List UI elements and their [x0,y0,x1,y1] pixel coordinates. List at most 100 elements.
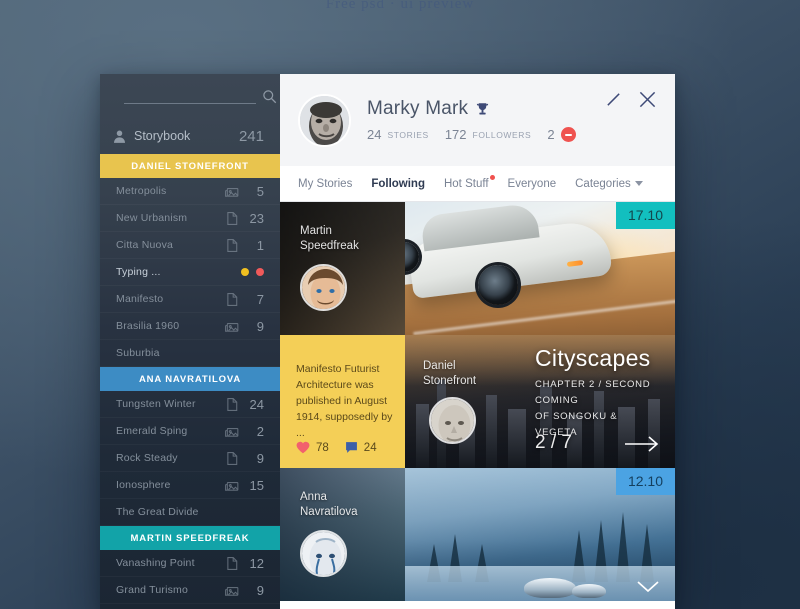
chevron-down-icon [634,180,643,186]
feed-card-manifesto[interactable]: Manifesto Futurist Architecture was publ… [280,335,675,468]
sidebar-item[interactable]: The Great Divide [100,499,280,526]
document-icon [227,451,238,465]
sidebar-item[interactable]: Rock Steady 9 [100,445,280,472]
feed-card-winter[interactable]: Anna Navratilova 12.10 [280,468,675,601]
profile-header: Marky Mark 24 STORIES 172 FOLLOWERS 2 [280,74,675,166]
image-icon [225,187,239,197]
sidebar-item-label: Emerald Sping [116,425,188,437]
sidebar-item[interactable]: Vanashing Point 12 [100,550,280,577]
search-input[interactable] [124,88,256,104]
sidebar-item[interactable]: Ionosphere 15 [100,472,280,499]
card-author-name: Martin Speedfreak [300,224,359,254]
card-author-avatar[interactable] [300,530,347,577]
card-author-avatar[interactable] [429,397,476,444]
sidebar-item[interactable]: Brasilia 1960 9 [100,313,280,340]
search-icon[interactable] [262,89,277,104]
sidebar-item[interactable]: Manifesto 7 [100,286,280,313]
comment-icon [345,442,357,453]
author-line-1: Daniel [423,360,456,372]
storybook-label: Storybook [134,129,191,143]
sidebar-item[interactable]: Emerald Sping 2 [100,418,280,445]
followers-label: FOLLOWERS [472,129,532,140]
car-wheel-front [477,264,518,305]
card-excerpt-panel: Manifesto Futurist Architecture was publ… [280,335,405,468]
search-area [124,88,277,104]
sidebar-group-header[interactable]: ANA NAVRATILOVA [100,367,280,391]
followers-count: 172 [444,127,467,142]
profile-name: Marky Mark [367,98,469,119]
chevron-down-icon[interactable] [637,581,659,593]
main-panel: Marky Mark 24 STORIES 172 FOLLOWERS 2 My… [280,74,675,609]
sidebar-item[interactable]: Typing ... [100,259,280,286]
tab-hot-stuff[interactable]: Hot Stuff [444,174,495,190]
sidebar-item-count: 15 [249,477,264,493]
tab-everyone[interactable]: Everyone [508,178,557,190]
like-stat[interactable]: 78 [296,441,329,454]
author-line-2: Speedfreak [300,240,359,252]
tab-categories[interactable]: Categories [575,178,643,190]
card-author-avatar[interactable] [300,264,347,311]
document-icon [227,556,238,570]
tab-bar: My Stories Following Hot Stuff Everyone Cate… [280,166,675,202]
author-line-1: Martin [300,225,332,237]
author-line-2: Stonefront [423,375,477,387]
card-excerpt-text: Manifesto Futurist Architecture was publ… [296,363,393,439]
card-cityscapes-panel: Daniel Stonefront Cityscapes CHAPTER 2 /… [405,335,675,468]
image-icon [225,427,239,437]
building [486,394,497,468]
card-author-panel: Anna Navratilova [280,468,405,601]
sidebar-item-count: 2 [256,423,264,439]
sidebar-item-label: Vanashing Point [116,557,195,569]
app-window: Storybook 241 DANIEL STONEFRONT Metropoli… [100,74,675,609]
card-date-badge: 17.10 [615,202,675,229]
sidebar-item-label: Metropolis [116,185,167,197]
image-icon [225,481,239,491]
trophy-icon [477,102,489,114]
card-author-name: Daniel Stonefront [423,359,476,389]
storybook-count: 241 [238,127,264,145]
card-date-badge: 12.10 [615,468,675,495]
sidebar-item-count: 24 [249,396,264,412]
sidebar-item[interactable]: Tungsten Winter 24 [100,391,280,418]
sidebar-item[interactable]: Metropolis 5 [100,178,280,205]
notification-badge-icon[interactable] [560,127,576,142]
notifications-count: 2 [547,127,555,142]
next-arrow-icon[interactable] [625,436,659,452]
card-author-panel: Martin Speedfreak [280,202,405,335]
sidebar-item[interactable]: Grand Turismo 9 [100,577,280,604]
sidebar-item-label: Ionosphere [116,479,171,491]
building [415,404,429,468]
sidebar-item-label: The Great Divide [116,506,199,518]
avatar-image [300,95,349,145]
subtitle-line-1: CHAPTER 2 / SECOND COMING [535,379,651,406]
building [507,409,526,468]
sidebar-item-label: Rock Steady [116,452,178,464]
sidebar-item[interactable]: New Urbanism 23 [100,205,280,232]
sidebar-groups: DANIEL STONEFRONT Metropolis 5 New Urbanism… [100,154,280,604]
sidebar-item-label: Typing ... [116,266,161,278]
sidebar-item-count: 9 [256,582,264,598]
sidebar-item-storybook[interactable]: Storybook 241 [100,118,280,154]
sidebar-group-header[interactable]: MARTIN SPEEDFREAK [100,526,280,550]
sidebar-item-count: 23 [249,210,264,226]
tab-my-stories[interactable]: My Stories [298,178,352,190]
image-icon [225,322,239,332]
profile-info: Marky Mark 24 STORIES 172 FOLLOWERS 2 [367,98,576,142]
card-author-name: Anna Navratilova [300,490,358,520]
profile-avatar[interactable] [298,93,351,147]
close-icon[interactable] [638,90,657,109]
edit-pencil-icon[interactable] [605,91,622,108]
sidebar-item-count: 1 [256,237,264,253]
typing-dot-red [256,268,264,276]
snow-rock [523,578,576,599]
feed-card-speedfreak[interactable]: Martin Speedfreak 17.10 [280,202,675,335]
tab-following[interactable]: Following [371,178,425,190]
profile-stats: 24 STORIES 172 FOLLOWERS 2 [367,127,576,142]
stories-count: 24 [367,127,382,142]
sidebar-item[interactable]: Citta Nuova 1 [100,232,280,259]
card-pager: 2 / 7 [535,432,572,453]
document-icon [227,238,238,252]
sidebar-group-header[interactable]: DANIEL STONEFRONT [100,154,280,178]
sidebar-item[interactable]: Suburbia [100,340,280,367]
comment-stat[interactable]: 24 [345,441,377,454]
